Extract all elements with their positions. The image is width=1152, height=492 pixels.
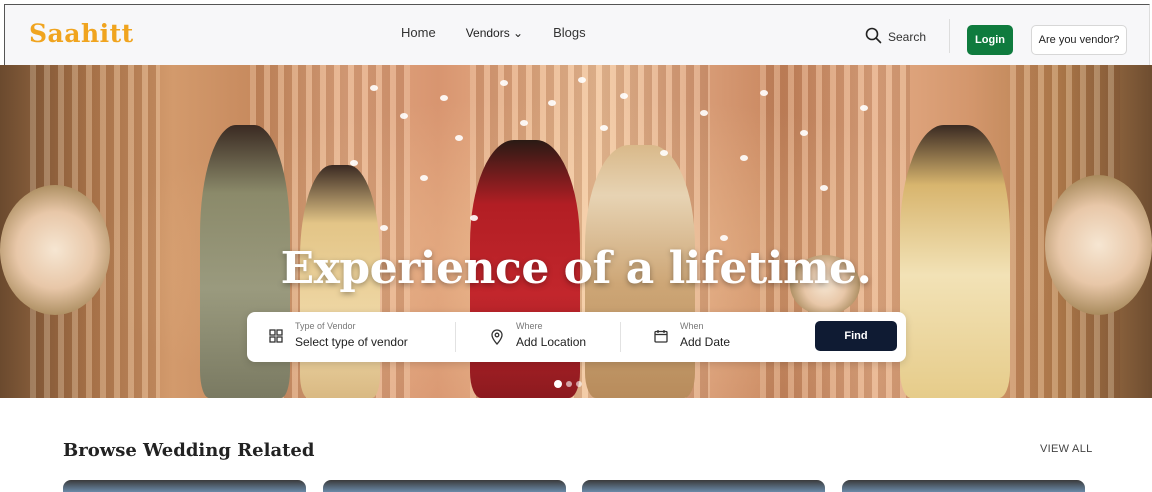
section-title: Browse Wedding Related bbox=[63, 440, 315, 461]
header-divider bbox=[949, 19, 950, 53]
search-label: Search bbox=[888, 30, 927, 44]
logo[interactable]: Saahitt bbox=[29, 19, 134, 48]
search-button[interactable]: Search bbox=[865, 27, 926, 47]
vendor-search-bar: Type of Vendor Select type of vendor Whe… bbox=[247, 312, 906, 362]
vendor-type-value: Select type of vendor bbox=[295, 335, 408, 349]
top-nav: Saahitt Home Vendors ⌄ Blogs Search Logi… bbox=[4, 4, 1150, 65]
are-you-vendor-button[interactable]: Are you vendor? bbox=[1031, 25, 1127, 55]
find-button[interactable]: Find bbox=[815, 321, 897, 351]
carousel-dots bbox=[554, 380, 582, 388]
category-card[interactable] bbox=[842, 480, 1085, 492]
carousel-dot[interactable] bbox=[576, 381, 582, 387]
view-all-link[interactable]: VIEW ALL bbox=[1040, 443, 1093, 455]
where-value: Add Location bbox=[516, 335, 587, 349]
location-pin-icon bbox=[490, 329, 506, 345]
calendar-icon bbox=[654, 329, 670, 345]
when-label: When bbox=[680, 321, 704, 331]
page: Saahitt Home Vendors ⌄ Blogs Search Logi… bbox=[0, 0, 1152, 492]
date-field[interactable]: When Add Date bbox=[654, 321, 784, 353]
carousel-dot[interactable] bbox=[554, 380, 562, 388]
where-label: Where bbox=[516, 321, 543, 331]
grid-icon bbox=[269, 329, 285, 345]
field-divider bbox=[455, 322, 456, 352]
vendor-type-field[interactable]: Type of Vendor Select type of vendor bbox=[269, 321, 449, 353]
hero-title: Experience of a lifetime. bbox=[280, 243, 872, 294]
vendor-type-label: Type of Vendor bbox=[295, 321, 356, 331]
category-card[interactable] bbox=[582, 480, 825, 492]
category-card[interactable] bbox=[63, 480, 306, 492]
nav-home[interactable]: Home bbox=[401, 25, 436, 40]
location-field[interactable]: Where Add Location bbox=[490, 321, 620, 353]
search-icon bbox=[865, 27, 882, 47]
nav-vendors-dropdown[interactable]: Vendors ⌄ bbox=[466, 25, 523, 40]
hero-banner: Experience of a lifetime. Type of Vendor… bbox=[0, 65, 1152, 398]
field-divider bbox=[620, 322, 621, 352]
main-nav: Home Vendors ⌄ Blogs bbox=[401, 25, 586, 40]
category-card[interactable] bbox=[323, 480, 566, 492]
carousel-dot[interactable] bbox=[566, 381, 572, 387]
when-value: Add Date bbox=[680, 335, 731, 349]
nav-blogs[interactable]: Blogs bbox=[553, 25, 586, 40]
login-button[interactable]: Login bbox=[967, 25, 1013, 55]
